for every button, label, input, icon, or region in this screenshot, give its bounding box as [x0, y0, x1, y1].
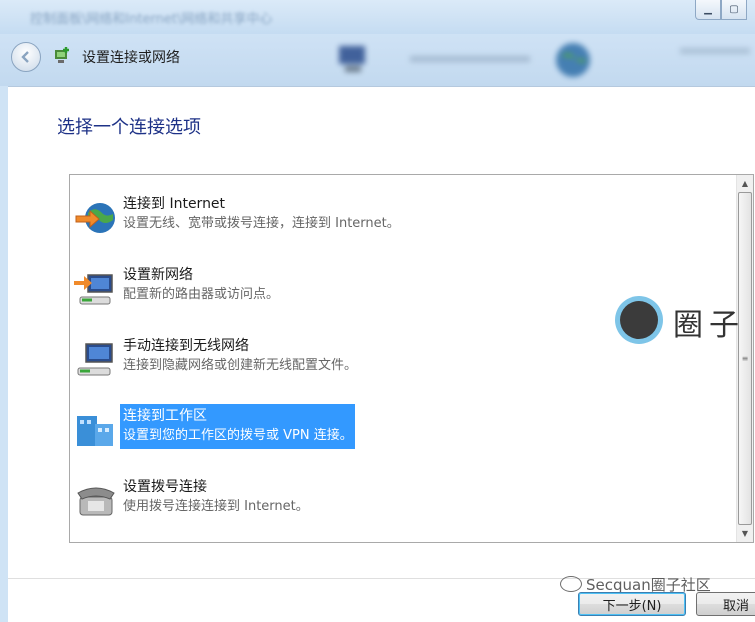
option-title: 连接到工作区 [123, 408, 207, 424]
option-text: 设置新网络 配置新的路由器或访问点。 [120, 263, 281, 308]
watermark-logo [615, 296, 663, 344]
maximize-button[interactable]: ▢ [721, 0, 747, 20]
minimize-button[interactable]: ▁ [695, 0, 721, 20]
wireless-icon [77, 343, 113, 376]
phone-icon [77, 487, 115, 516]
new-network-icon [74, 274, 113, 305]
workplace-icon [77, 416, 113, 446]
option-title: 手动连接到无线网络 [123, 338, 249, 354]
option-description: 配置新的路由器或访问点。 [123, 287, 280, 302]
option-manual-wireless[interactable]: 手动连接到无线网络 连接到隐藏网络或创建新无线配置文件。 [74, 334, 674, 386]
option-dialup[interactable]: 设置拨号连接 使用拨号连接连接到 Internet。 [74, 475, 674, 527]
option-description: 设置无线、宽带或拨号连接，连接到 Internet。 [123, 216, 400, 231]
option-text: 设置拨号连接 使用拨号连接连接到 Internet。 [120, 475, 311, 520]
title-bar: 控制面板\网络和Internet\网络和共享中心 ▁ ▢ [0, 0, 755, 34]
option-title: 连接到 Internet [123, 196, 226, 212]
blurred-bar [680, 48, 750, 54]
blurred-bar [410, 56, 530, 62]
cancel-button[interactable]: 取消 [696, 592, 755, 616]
minimize-icon: ▁ [704, 4, 712, 15]
window-controls: ▁ ▢ [695, 0, 747, 20]
back-button[interactable] [11, 42, 41, 72]
option-connect-workplace[interactable]: 连接到工作区 设置到您的工作区的拨号或 VPN 连接。 [74, 404, 674, 456]
option-title: 设置新网络 [123, 267, 193, 283]
option-text: 手动连接到无线网络 连接到隐藏网络或创建新无线配置文件。 [120, 334, 359, 379]
window-title: 控制面板\网络和Internet\网络和共享中心 [30, 12, 273, 27]
scroll-thumb[interactable]: ≡ [738, 192, 752, 525]
option-text: 连接到工作区 设置到您的工作区的拨号或 VPN 连接。 [120, 404, 355, 449]
back-arrow-icon [21, 51, 29, 63]
maximize-icon: ▢ [729, 4, 739, 15]
option-title: 设置拨号连接 [123, 479, 207, 495]
option-description: 使用拨号连接连接到 Internet。 [123, 499, 309, 514]
option-text: 连接到 Internet 设置无线、宽带或拨号连接，连接到 Internet。 [120, 192, 402, 237]
network-setup-icon [55, 47, 69, 63]
globe-icon [75, 203, 115, 233]
page-heading: 选择一个连接选项 [57, 117, 201, 138]
option-description: 设置到您的工作区的拨号或 VPN 连接。 [123, 428, 353, 443]
next-button[interactable]: 下一步(N) [578, 592, 686, 616]
blurred-globe-icon [556, 43, 590, 77]
option-new-network[interactable]: 设置新网络 配置新的路由器或访问点。 [74, 263, 674, 315]
option-description: 连接到隐藏网络或创建新无线配置文件。 [123, 358, 358, 373]
vertical-scrollbar[interactable]: ▲ ≡ ▼ [736, 175, 753, 542]
wechat-icon [560, 576, 582, 592]
option-connect-internet[interactable]: 连接到 Internet 设置无线、宽带或拨号连接，连接到 Internet。 [74, 192, 674, 244]
watermark-text: 圈子 [673, 308, 745, 343]
connection-options-list[interactable]: 连接到 Internet 设置无线、宽带或拨号连接，连接到 Internet。 … [69, 174, 754, 543]
scroll-up-icon[interactable]: ▲ [737, 175, 753, 192]
wizard-title: 设置连接或网络 [82, 50, 180, 66]
blurred-network-icon [339, 46, 365, 72]
navigation-bar: 设置连接或网络 [0, 34, 755, 86]
wizard-content: 选择一个连接选项 连接到 Internet 设置无线、宽带或拨号连接，连接到 I… [8, 86, 755, 622]
scroll-down-icon[interactable]: ▼ [737, 525, 753, 542]
